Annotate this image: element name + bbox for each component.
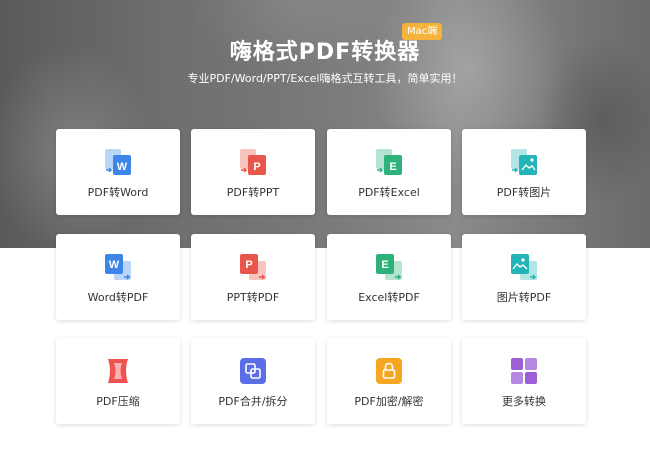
word-icon: W (105, 149, 131, 175)
tool-card-word-to-pdf[interactable]: W Word转PDF (56, 234, 180, 320)
tool-card-pdf-compress[interactable]: PDF压缩 (56, 338, 180, 424)
tool-card-pdf-to-word[interactable]: W PDF转Word (56, 129, 180, 215)
excel-icon: E (376, 149, 402, 175)
image-icon (511, 149, 537, 175)
mac-badge: Mac端 (402, 23, 443, 40)
tool-card-pdf-encrypt-decrypt[interactable]: PDF加密/解密 (327, 338, 451, 424)
grid-icon (511, 358, 537, 384)
tool-card-ppt-to-pdf[interactable]: P PPT转PDF (191, 234, 315, 320)
image-icon (511, 254, 537, 280)
tool-label: PDF压缩 (96, 395, 140, 408)
tool-label: PDF加密/解密 (354, 395, 424, 408)
tool-label: PPT转PDF (226, 291, 280, 304)
icon-glyph: W (109, 259, 120, 271)
tool-label: PDF转Excel (358, 186, 420, 199)
tool-card-pdf-to-excel[interactable]: E PDF转Excel (327, 129, 451, 215)
tool-label: 图片转PDF (496, 291, 552, 304)
tool-card-excel-to-pdf[interactable]: E Excel转PDF (327, 234, 451, 320)
tool-card-more-conversions[interactable]: 更多转换 (462, 338, 586, 424)
compress-icon (108, 359, 128, 383)
tool-label: 更多转换 (502, 395, 546, 408)
ppt-icon: P (240, 149, 266, 175)
icon-glyph: P (253, 161, 260, 173)
excel-icon: E (376, 254, 402, 280)
lock-icon (376, 358, 402, 384)
tool-label: PDF转PPT (226, 186, 280, 199)
page-subtitle: 专业PDF/Word/PPT/Excel嗨格式互转工具，简单实用！ (187, 72, 463, 85)
merge-split-icon (240, 358, 266, 384)
tool-card-pdf-to-image[interactable]: PDF转图片 (462, 129, 586, 215)
tool-label: Excel转PDF (358, 291, 420, 304)
tool-label: Word转PDF (87, 291, 149, 304)
icon-glyph: W (117, 161, 128, 173)
tool-label: PDF转Word (87, 186, 149, 199)
icon-glyph: E (389, 161, 396, 173)
icon-glyph: P (245, 259, 252, 271)
word-icon: W (105, 254, 131, 280)
tool-card-pdf-merge-split[interactable]: PDF合并/拆分 (191, 338, 315, 424)
ppt-icon: P (240, 254, 266, 280)
tool-card-image-to-pdf[interactable]: 图片转PDF (462, 234, 586, 320)
tool-card-pdf-to-ppt[interactable]: P PDF转PPT (191, 129, 315, 215)
tool-label: PDF合并/拆分 (218, 395, 288, 408)
tool-label: PDF转图片 (496, 186, 552, 199)
page-title: 嗨格式PDF转换器 (229, 40, 421, 65)
icon-glyph: E (381, 259, 388, 271)
